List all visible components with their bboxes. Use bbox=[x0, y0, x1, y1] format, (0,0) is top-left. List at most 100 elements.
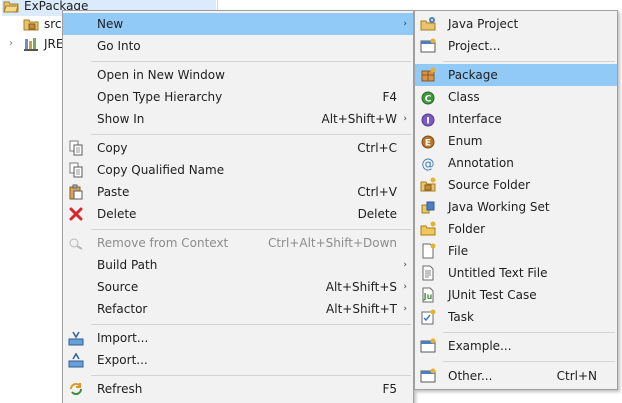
submenu-item-task[interactable]: Task bbox=[415, 306, 617, 328]
shortcut-label: F4 bbox=[382, 90, 397, 104]
menu-separator bbox=[91, 324, 411, 325]
chevron-right-icon: › bbox=[403, 282, 407, 292]
menu-item-remove-from-context[interactable]: Remove from Context Ctrl+Alt+Shift+Down bbox=[63, 232, 413, 254]
shortcut-label: Ctrl+Alt+Shift+Down bbox=[267, 236, 397, 250]
refresh-icon bbox=[68, 381, 84, 397]
library-icon bbox=[22, 36, 40, 52]
context-menu: New › Go Into Open in New Window Open Ty… bbox=[62, 10, 414, 403]
menu-label: Delete bbox=[97, 207, 137, 221]
menu-label: Copy bbox=[97, 141, 128, 155]
class-icon: C bbox=[420, 89, 436, 105]
tree-item-jre[interactable]: › JRE bbox=[6, 34, 63, 54]
chevron-right-icon: › bbox=[403, 19, 407, 29]
menu-item-build-path[interactable]: Build Path › bbox=[63, 254, 413, 276]
divider bbox=[217, 0, 218, 10]
submenu-item-source-folder[interactable]: Source Folder bbox=[415, 174, 617, 196]
menu-label: Copy Qualified Name bbox=[97, 163, 225, 177]
menu-label: Untitled Text File bbox=[448, 266, 548, 280]
copy-icon bbox=[68, 140, 84, 156]
menu-label: Refresh bbox=[97, 382, 143, 396]
folder-icon bbox=[420, 221, 436, 237]
menu-label: Show In bbox=[97, 112, 145, 126]
menu-separator bbox=[91, 375, 411, 376]
project-icon bbox=[2, 0, 20, 14]
menu-item-copy[interactable]: Copy Ctrl+C bbox=[63, 137, 413, 159]
paste-icon bbox=[68, 184, 84, 200]
menu-label: JUnit Test Case bbox=[448, 288, 537, 302]
shortcut-label: Ctrl+N bbox=[556, 369, 597, 383]
export-icon bbox=[68, 352, 84, 368]
menu-label: Java Working Set bbox=[448, 200, 550, 214]
chevron-right-icon: › bbox=[403, 114, 407, 124]
java-project-icon bbox=[420, 16, 436, 32]
menu-label: File bbox=[448, 244, 469, 258]
enum-icon: E bbox=[420, 133, 436, 149]
menu-item-copy-qualified-name[interactable]: Copy Qualified Name bbox=[63, 159, 413, 181]
submenu-item-other[interactable]: Other... Ctrl+N bbox=[415, 365, 617, 387]
submenu-item-folder[interactable]: Folder bbox=[415, 218, 617, 240]
menu-item-open-type-hierarchy[interactable]: Open Type Hierarchy F4 bbox=[63, 86, 413, 108]
menu-label: Build Path bbox=[97, 258, 158, 272]
submenu-item-file[interactable]: File bbox=[415, 240, 617, 262]
shortcut-label: Alt+Shift+W bbox=[321, 112, 398, 126]
submenu-item-untitled-text-file[interactable]: Untitled Text File bbox=[415, 262, 617, 284]
submenu-item-java-project[interactable]: Java Project bbox=[415, 13, 617, 35]
menu-label: Source bbox=[97, 280, 139, 294]
menu-item-show-in[interactable]: Show In Alt+Shift+W › bbox=[63, 108, 413, 130]
shortcut-label: Alt+Shift+T bbox=[326, 302, 397, 316]
submenu-item-junit-test-case[interactable]: Ju JUnit Test Case bbox=[415, 284, 617, 306]
submenu-item-package[interactable]: Package bbox=[415, 64, 617, 86]
menu-label: Import... bbox=[97, 331, 149, 345]
other-wizard-icon bbox=[420, 368, 436, 384]
annotation-icon: @ bbox=[420, 155, 436, 171]
working-set-icon bbox=[420, 199, 436, 215]
delete-icon bbox=[68, 206, 84, 222]
menu-item-new[interactable]: New › bbox=[63, 13, 413, 35]
menu-label: Go Into bbox=[97, 39, 141, 53]
menu-label: Annotation bbox=[448, 156, 514, 170]
submenu-item-java-working-set[interactable]: Java Working Set bbox=[415, 196, 617, 218]
menu-label: Package bbox=[448, 68, 498, 82]
source-folder-icon bbox=[420, 177, 436, 193]
jre-label: JRE bbox=[44, 37, 64, 51]
submenu-item-interface[interactable]: I Interface bbox=[415, 108, 617, 130]
chevron-right-icon: › bbox=[403, 260, 407, 270]
shortcut-label: Ctrl+V bbox=[357, 185, 397, 199]
menu-label: Class bbox=[448, 90, 480, 104]
shortcut-label: Alt+Shift+S bbox=[325, 280, 397, 294]
menu-label: New bbox=[97, 17, 124, 31]
menu-item-export[interactable]: Export... bbox=[63, 349, 413, 371]
new-submenu: Java Project Project... Package C Class … bbox=[414, 10, 618, 390]
menu-item-refresh[interactable]: Refresh F5 bbox=[63, 378, 413, 400]
svg-text:@: @ bbox=[422, 157, 435, 171]
file-icon bbox=[420, 243, 436, 259]
svg-text:Ju: Ju bbox=[423, 292, 433, 301]
submenu-item-annotation[interactable]: @ Annotation bbox=[415, 152, 617, 174]
menu-label: Other... bbox=[448, 369, 493, 383]
tree-item-src[interactable]: src bbox=[22, 14, 62, 34]
menu-item-go-into[interactable]: Go Into bbox=[63, 35, 413, 57]
submenu-item-example[interactable]: Example... bbox=[415, 335, 617, 357]
submenu-item-enum[interactable]: E Enum bbox=[415, 130, 617, 152]
menu-label: Remove from Context bbox=[97, 236, 229, 250]
menu-item-delete[interactable]: Delete Delete bbox=[63, 203, 413, 225]
menu-label: Folder bbox=[448, 222, 486, 236]
shortcut-label: F5 bbox=[382, 382, 397, 396]
menu-item-paste[interactable]: Paste Ctrl+V bbox=[63, 181, 413, 203]
menu-label: Refactor bbox=[97, 302, 148, 316]
source-folder-icon bbox=[22, 16, 40, 32]
import-icon bbox=[68, 330, 84, 346]
menu-label: Open in New Window bbox=[97, 68, 225, 82]
menu-item-source[interactable]: Source Alt+Shift+S › bbox=[63, 276, 413, 298]
submenu-item-class[interactable]: C Class bbox=[415, 86, 617, 108]
remove-context-icon bbox=[68, 235, 84, 251]
menu-label: Project... bbox=[448, 39, 501, 53]
submenu-item-project[interactable]: Project... bbox=[415, 35, 617, 57]
menu-label: Task bbox=[448, 310, 474, 324]
menu-item-refactor[interactable]: Refactor Alt+Shift+T › bbox=[63, 298, 413, 320]
menu-separator bbox=[443, 361, 615, 362]
menu-item-open-in-new-window[interactable]: Open in New Window bbox=[63, 64, 413, 86]
menu-item-import[interactable]: Import... bbox=[63, 327, 413, 349]
copy-qualified-icon bbox=[68, 162, 84, 178]
chevron-right-icon[interactable]: › bbox=[6, 34, 16, 54]
